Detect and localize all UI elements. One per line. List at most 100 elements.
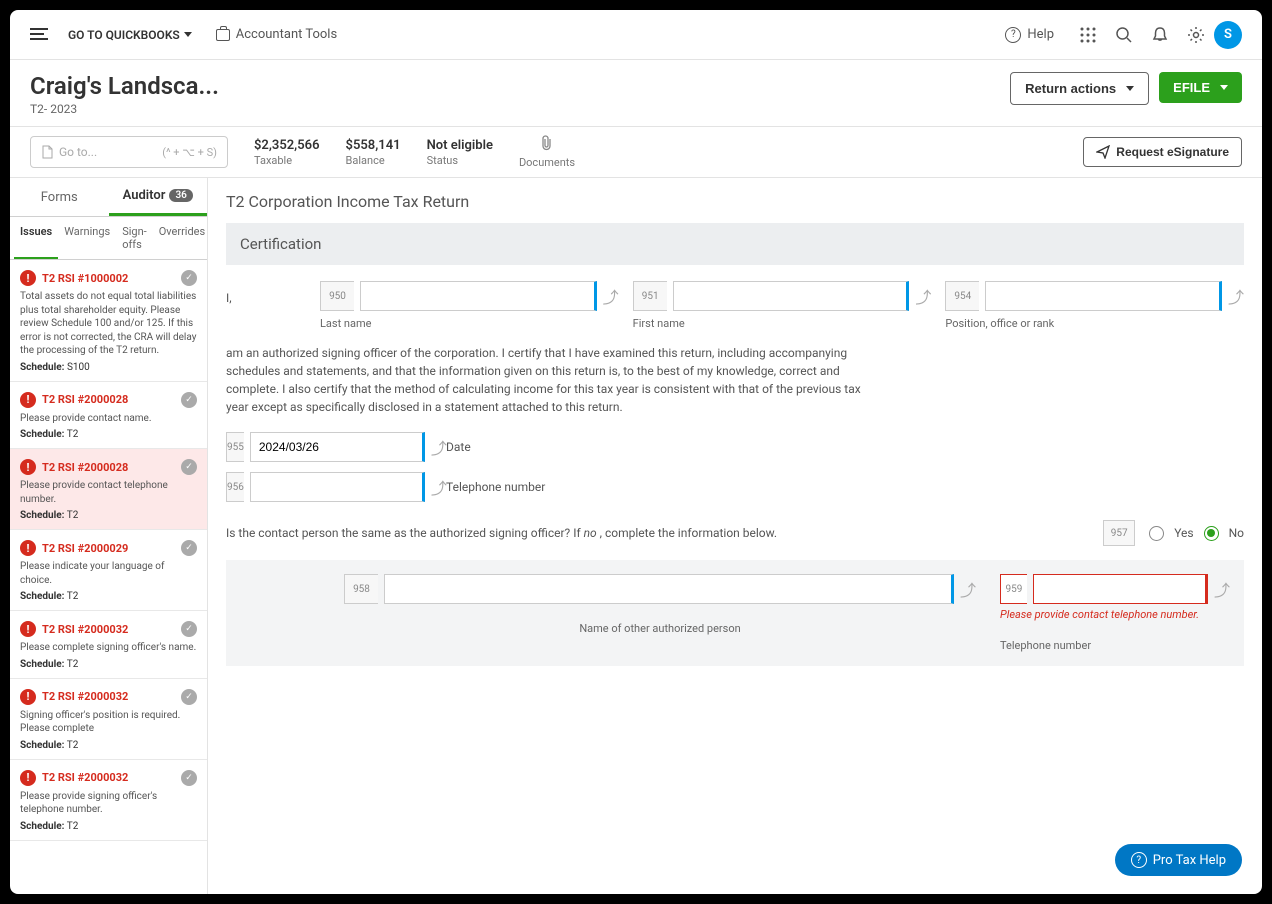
jump-icon[interactable]: ⤴ [431,435,447,459]
check-icon[interactable]: ✓ [181,459,197,475]
jump-icon[interactable]: ⤴ [915,284,931,308]
tools-label: Accountant Tools [236,27,337,42]
subtab-overrides[interactable]: Overrides [153,217,212,259]
briefcase-icon [216,29,230,41]
i-label: I, [226,281,306,305]
other-name-input[interactable] [384,574,954,604]
question-post: , complete the information below. [597,526,777,540]
subtab-warnings[interactable]: Warnings [58,217,116,259]
check-icon[interactable]: ✓ [181,689,197,705]
check-icon[interactable]: ✓ [181,392,197,408]
issue-item[interactable]: ! T2 RSI #2000032 ✓ Please complete signing… [10,611,207,679]
issue-description: Please indicate your language of choice. [20,560,197,587]
issue-schedule: Schedule: T2 [20,659,197,670]
radio-yes[interactable] [1149,526,1164,541]
date-input[interactable] [250,432,425,462]
issue-description: Please provide contact name. [20,412,197,426]
issue-item[interactable]: !T2 RSI #2000028✓Please provide contact … [10,449,207,530]
firstname-input[interactable] [673,281,910,311]
code-958: 958 [344,574,378,604]
jump-icon[interactable]: ⤴ [431,475,447,499]
error-icon: ! [20,392,36,408]
code-956: 956 [226,472,244,502]
issue-item[interactable]: !T2 RSI #1000002✓Total assets do not equ… [10,260,207,382]
issue-title: T2 RSI #2000028 [42,393,128,406]
apps-icon[interactable] [1070,17,1106,53]
section-header: Certification [226,223,1244,265]
help-link[interactable]: ? Help [1005,27,1054,43]
phone-input[interactable] [250,472,425,502]
tab-forms[interactable]: Forms [10,178,109,216]
issues-list[interactable]: !T2 RSI #1000002✓Total assets do not equ… [10,260,207,894]
accountant-tools-link[interactable]: Accountant Tools [216,27,337,42]
other-phone-label: Telephone number [1000,639,1230,652]
search-icon[interactable] [1106,17,1142,53]
lastname-label: Last name [320,317,619,330]
issue-title: T2 RSI #2000032 [42,690,128,703]
return-actions-button[interactable]: Return actions [1010,72,1149,105]
error-message: Please provide contact telephone number. [1000,608,1230,621]
jump-icon[interactable]: ⤴ [1228,284,1244,308]
tab-auditor[interactable]: Auditor 36 [109,178,208,216]
jump-icon[interactable]: ⤴ [603,284,619,308]
jump-icon[interactable]: ⤴ [960,577,976,601]
check-icon[interactable]: ✓ [181,770,197,786]
phone-label: Telephone number [446,480,545,494]
no-label: No [1229,526,1244,540]
issue-item[interactable]: ! T2 RSI #2000029 ✓ Please indicate your la… [10,530,207,611]
goto-input[interactable]: Go to... (^ + ⌥ + S) [30,136,228,168]
check-icon[interactable]: ✓ [181,540,197,556]
question-pre: Is the contact person the same as the au… [226,526,584,540]
check-icon[interactable]: ✓ [181,270,197,286]
qb-link-label: GO TO QUICKBOOKS [68,28,180,42]
goto-quickbooks-link[interactable]: GO TO QUICKBOOKS [68,28,192,42]
issue-item[interactable]: ! T2 RSI #2000028 ✓ Please provide contact … [10,382,207,450]
other-phone-input[interactable] [1033,574,1208,604]
check-icon[interactable]: ✓ [181,621,197,637]
issue-item[interactable]: !T2 RSI #2000032✓Please provide signing … [10,760,207,841]
stat-status: Not eligible Status [427,138,493,167]
status-label: Status [427,154,458,167]
issue-title: T2 RSI #2000032 [42,771,128,784]
status-value: Not eligible [427,138,493,153]
chevron-down-icon [1220,85,1228,90]
issue-item[interactable]: !T2 RSI #2000032✓Signing officer's posit… [10,679,207,760]
yes-label: Yes [1174,526,1193,540]
issue-schedule: Schedule: T2 [20,740,197,751]
stat-documents[interactable]: Documents [519,135,575,169]
avatar[interactable]: S [1214,21,1242,49]
lastname-input[interactable] [360,281,597,311]
issue-title: T2 RSI #2000029 [42,542,128,555]
gear-icon[interactable] [1178,17,1214,53]
stat-balance: $558,141 Balance [346,138,401,167]
help-icon: ? [1005,27,1021,43]
efile-button[interactable]: EFILE [1159,72,1242,103]
auditor-label: Auditor [123,188,166,203]
date-label: Date [446,440,471,454]
stat-taxable: $2,352,566 Taxable [254,138,320,167]
jump-icon[interactable]: ⤴ [1214,577,1230,601]
pro-tax-help-button[interactable]: ? Pro Tax Help [1115,844,1242,876]
issue-description: Please complete signing officer's name. [20,641,197,655]
issue-description: Please provide signing officer's telepho… [20,790,197,817]
auditor-count-badge: 36 [169,189,192,202]
subtab-signoffs[interactable]: Sign-offs [116,217,153,259]
code-951: 951 [633,281,667,311]
subtab-issues[interactable]: Issues [14,217,58,259]
error-icon: ! [20,540,36,556]
issue-description: Total assets do not equal total liabilit… [20,290,197,358]
request-esignature-button[interactable]: Request eSignature [1083,137,1242,167]
docs-label: Documents [519,156,575,169]
form-title: T2 Corporation Income Tax Return [226,192,1244,211]
paperclip-icon [519,135,575,155]
bell-icon[interactable] [1142,17,1178,53]
send-icon [1096,145,1110,159]
return-actions-label: Return actions [1025,81,1116,96]
radio-no[interactable] [1204,526,1219,541]
menu-icon[interactable] [30,28,48,42]
position-input[interactable] [985,281,1222,311]
issue-title: T2 RSI #2000032 [42,623,128,636]
certification-text: am an authorized signing officer of the … [226,344,876,416]
balance-label: Balance [346,154,385,167]
error-icon: ! [20,621,36,637]
